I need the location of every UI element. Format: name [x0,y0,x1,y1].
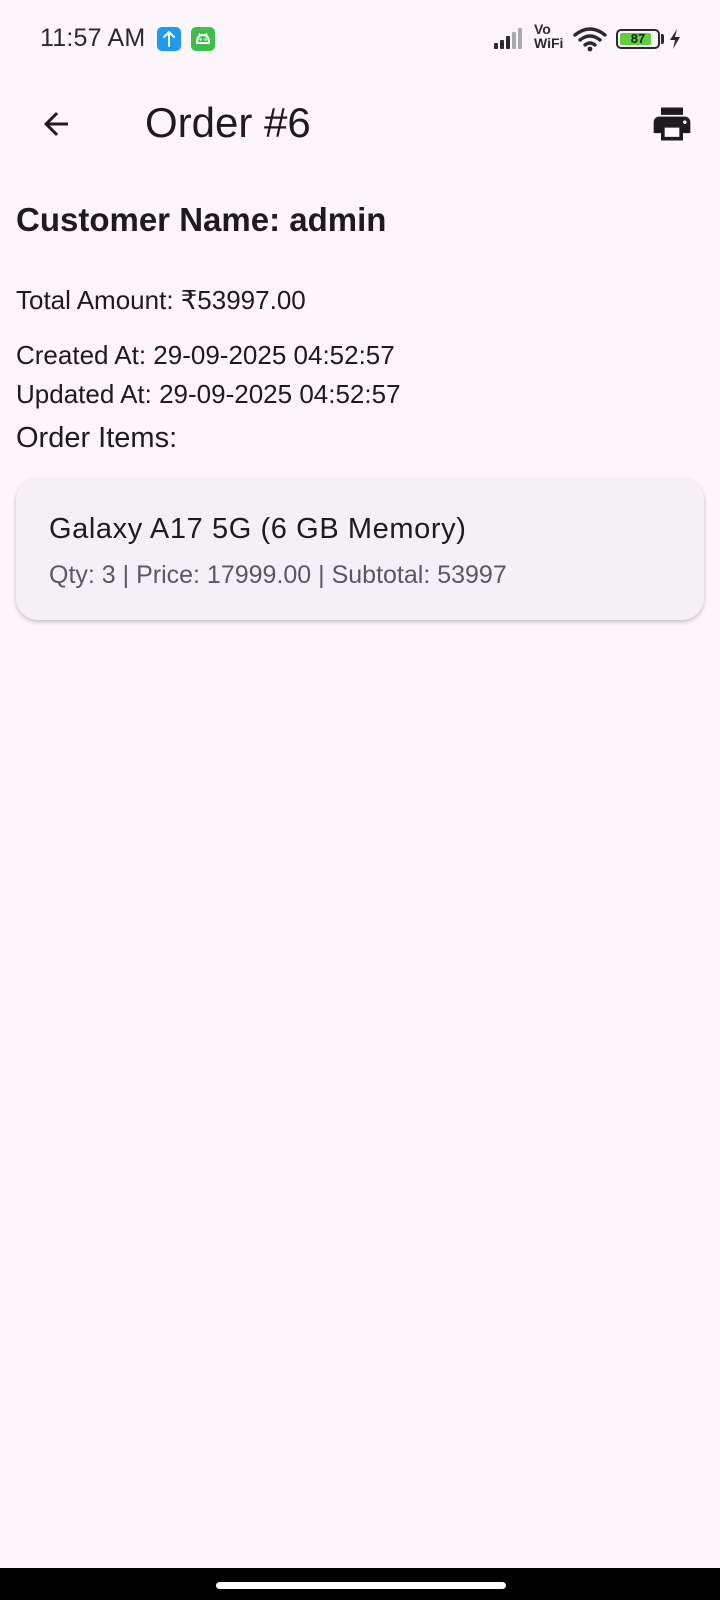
total-amount: Total Amount: ₹53997.00 [16,285,306,315]
print-icon [653,107,691,141]
charging-icon [670,29,680,49]
android-notification-icon [191,27,215,51]
back-button[interactable] [28,96,84,152]
battery-icon: 87 [616,29,660,49]
print-button[interactable] [644,96,700,152]
upload-notification-icon [157,27,181,51]
vowifi-label-bottom: WiFi [534,35,564,51]
order-items-label: Order Items: [16,422,178,454]
battery-cap [661,34,664,44]
page-title: Order #6 [145,99,311,146]
wifi-icon [573,27,607,52]
order-item-details: Qty: 3 | Price: 17999.00 | Subtotal: 539… [49,561,507,589]
navigation-bar [0,1568,720,1600]
status-time: 11:57 AM [40,24,146,52]
status-bar: 11:57 AM Vo WiFi 87 [0,0,720,76]
signal-icon [494,28,522,49]
created-at: Created At: 29-09-2025 04:52:57 [16,340,395,370]
order-item-card[interactable]: Galaxy A17 5G (6 GB Memory) Qty: 3 | Pri… [16,478,704,620]
home-indicator[interactable] [216,1582,506,1589]
vowifi-label: Vo WiFi [534,22,563,50]
order-item-name: Galaxy A17 5G (6 GB Memory) [49,513,467,545]
updated-at: Updated At: 29-09-2025 04:52:57 [16,379,401,409]
vowifi-label-top: Vo [534,21,551,37]
arrow-back-icon [44,112,68,136]
battery-level: 87 [630,31,646,46]
customer-name: Customer Name: admin [16,201,387,238]
app-bar: Order #6 [0,76,720,172]
